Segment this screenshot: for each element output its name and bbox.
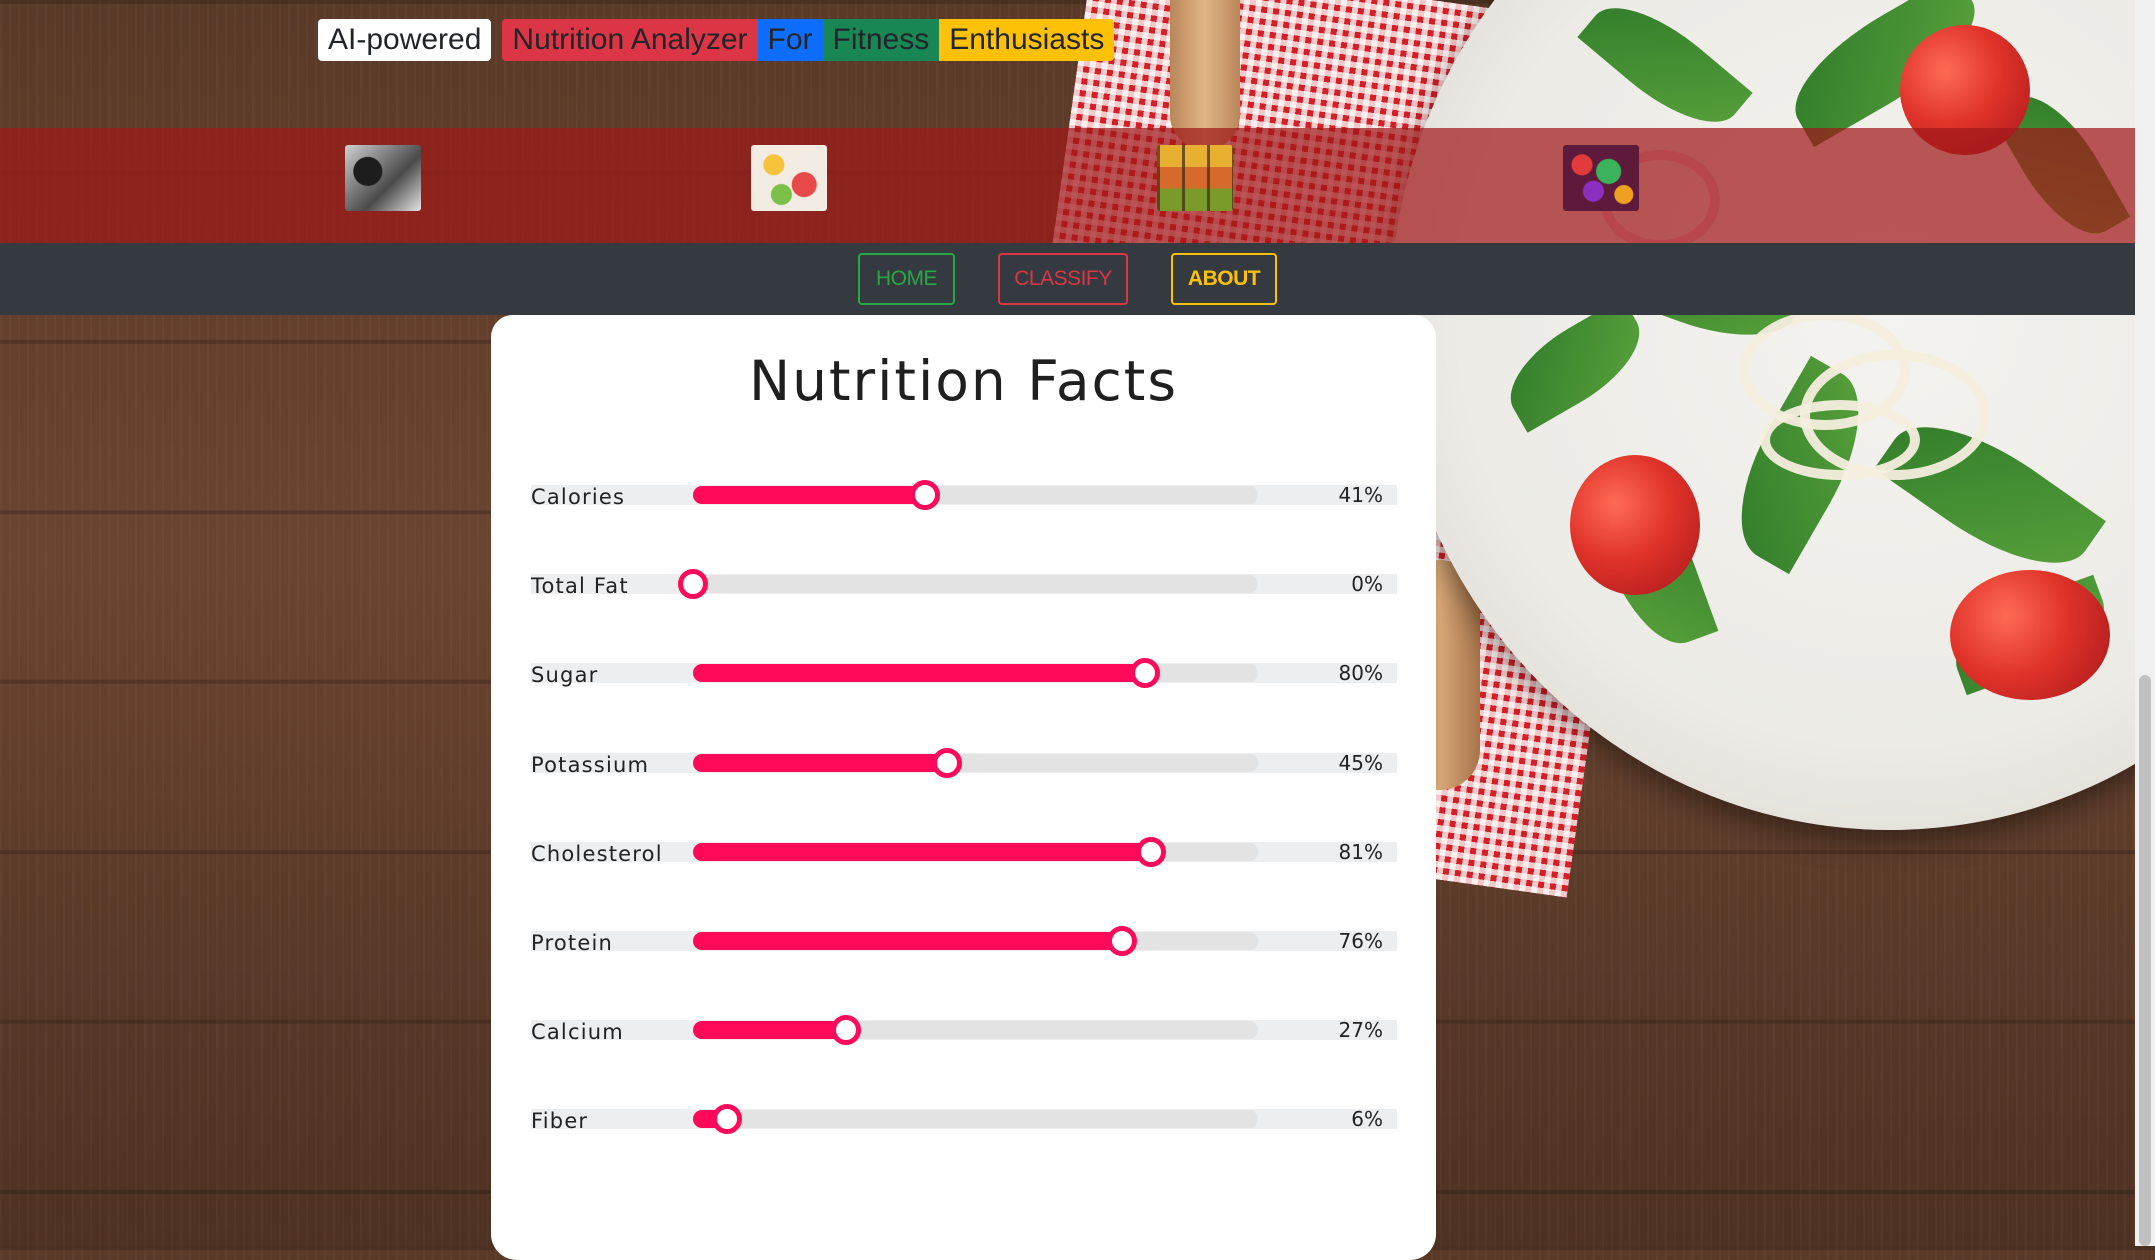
thumbnail-fruit-crates bbox=[1157, 145, 1233, 211]
thumbnail-mixed-fruits bbox=[1563, 145, 1639, 211]
nutrient-slider[interactable] bbox=[685, 836, 1267, 867]
nutrient-slider[interactable] bbox=[685, 658, 1267, 689]
scrollbar-thumb[interactable] bbox=[2139, 675, 2151, 1246]
nutrient-label: Calcium bbox=[531, 1020, 624, 1045]
noodle-swirl bbox=[1760, 400, 1920, 480]
home-button[interactable]: HOME bbox=[858, 253, 955, 305]
slider-fill bbox=[693, 753, 948, 772]
nutrient-row: Protein 76% bbox=[531, 926, 1397, 956]
tomato bbox=[1950, 570, 2110, 700]
nutrient-row: Sugar 80% bbox=[531, 658, 1397, 689]
slider-fill bbox=[693, 486, 925, 504]
nutrient-value: 80% bbox=[1338, 661, 1383, 686]
nutrition-facts-card: Nutrition Facts Calories 41% Total Fat 0% Su… bbox=[491, 315, 1436, 1260]
nutrient-slider[interactable] bbox=[685, 1104, 1267, 1135]
nutrient-slider[interactable] bbox=[685, 1015, 1267, 1046]
nutrient-row: Fiber 6% bbox=[531, 1104, 1397, 1135]
nutrient-label: Fiber bbox=[531, 1109, 589, 1134]
page-scrollbar[interactable] bbox=[2135, 0, 2155, 1246]
slider-fill bbox=[693, 932, 1123, 950]
slider-rail bbox=[693, 575, 1258, 594]
site-title: AI-powered Nutrition Analyzer For Fitnes… bbox=[318, 19, 1115, 61]
title-word-ai-powered: AI-powered bbox=[318, 19, 492, 61]
nutrient-row: Calcium 27% bbox=[531, 1015, 1397, 1046]
navbar: HOME CLASSIFY ABOUT bbox=[0, 243, 2135, 315]
image-strip bbox=[0, 128, 2135, 243]
nutrient-value: 45% bbox=[1338, 750, 1383, 775]
nutrient-value: 41% bbox=[1338, 483, 1383, 507]
slider-fill bbox=[693, 1021, 846, 1040]
title-word-enthusiasts: Enthusiasts bbox=[939, 19, 1115, 61]
title-word-nutrition-analyzer: Nutrition Analyzer bbox=[502, 19, 758, 61]
slider-rail bbox=[693, 1110, 1258, 1129]
about-button[interactable]: ABOUT bbox=[1171, 253, 1277, 305]
slider-handle[interactable] bbox=[678, 569, 708, 600]
nutrient-value: 6% bbox=[1351, 1107, 1383, 1132]
nutrient-slider[interactable] bbox=[685, 480, 1267, 510]
nutrient-value: 81% bbox=[1338, 839, 1383, 864]
nutrient-row: Cholesterol 81% bbox=[531, 836, 1397, 867]
nutrient-row: Potassium 45% bbox=[531, 747, 1397, 778]
slider-fill bbox=[693, 664, 1145, 683]
nutrient-value: 0% bbox=[1351, 572, 1383, 597]
slider-handle[interactable] bbox=[1135, 836, 1166, 867]
nutrient-label: Protein bbox=[531, 931, 614, 955]
slider-handle[interactable] bbox=[932, 747, 963, 778]
nutrient-value: 27% bbox=[1338, 1018, 1383, 1043]
slider-handle[interactable] bbox=[830, 1015, 861, 1046]
nutrition-facts-title: Nutrition Facts bbox=[748, 349, 1179, 413]
slider-handle[interactable] bbox=[1107, 926, 1138, 956]
nutrient-slider[interactable] bbox=[685, 926, 1267, 956]
nutrient-row: Total Fat 0% bbox=[531, 569, 1397, 600]
nutrient-row: Calories 41% bbox=[531, 480, 1397, 510]
title-word-for: For bbox=[757, 19, 823, 61]
nutrient-value: 76% bbox=[1338, 929, 1383, 953]
nutrient-label: Potassium bbox=[531, 752, 650, 777]
slider-handle[interactable] bbox=[711, 1104, 742, 1135]
nutrient-label: Calories bbox=[531, 485, 626, 509]
slider-fill bbox=[693, 842, 1151, 861]
nutrient-label: Sugar bbox=[531, 663, 599, 688]
classify-button[interactable]: CLASSIFY bbox=[998, 253, 1128, 305]
slider-handle[interactable] bbox=[1130, 658, 1160, 689]
slider-handle[interactable] bbox=[909, 480, 940, 510]
tomato bbox=[1570, 455, 1700, 595]
thumbnail-fruit-platter bbox=[751, 145, 827, 211]
title-word-fitness: Fitness bbox=[822, 19, 940, 61]
nutrient-label: Total Fat bbox=[531, 574, 629, 599]
nutrient-slider[interactable] bbox=[678, 569, 1267, 600]
nutrient-label: Cholesterol bbox=[531, 841, 663, 866]
nutrient-slider[interactable] bbox=[685, 747, 1267, 778]
thumbnail-phone-food-photo bbox=[345, 145, 421, 211]
